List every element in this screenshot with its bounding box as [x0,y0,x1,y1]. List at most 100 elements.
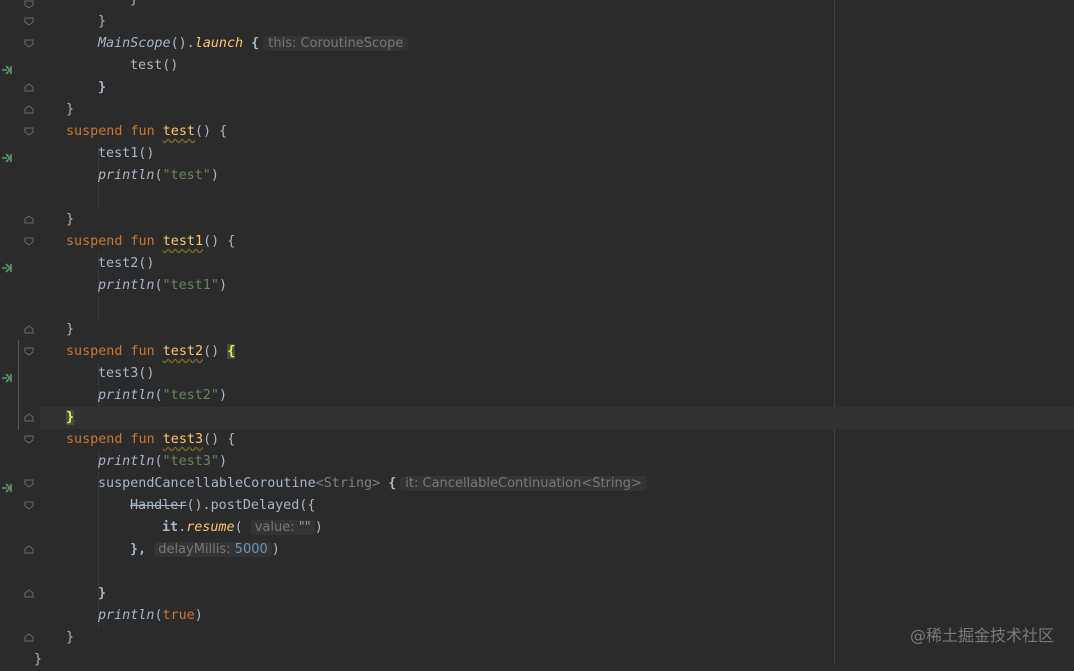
code-line[interactable]: }, delayMillis: 5000) [40,539,1074,561]
keyword: suspend [66,432,123,447]
code-line[interactable]: } [34,649,1074,671]
fold-marker-icon[interactable] [24,325,34,334]
code-line[interactable]: } [40,319,1074,341]
punct: () { [203,234,236,249]
fold-marker-icon[interactable] [24,501,34,510]
fold-marker-icon[interactable] [24,435,34,444]
punct: ) [271,542,280,557]
keyword: suspend [66,344,123,359]
fold-marker-icon[interactable] [24,127,34,136]
code-line[interactable]: println("test3") [40,451,1074,473]
keyword: suspend [66,124,123,139]
punct: () [203,344,228,359]
fold-marker-icon[interactable] [24,39,34,48]
function-name: test [162,124,195,139]
keyword: fun [130,344,155,359]
inlay-hint: value: "" [250,520,315,535]
function-name: test1 [162,234,204,249]
println: println [98,608,155,623]
code-line[interactable]: } [40,11,1074,33]
it-param: it [162,520,179,535]
fold-marker-icon[interactable] [24,633,34,642]
matched-brace: { [227,344,236,359]
code-line[interactable]: println("test2") [40,385,1074,407]
fold-marker-icon[interactable] [24,413,34,422]
call: test2() [98,256,155,271]
brace: } [98,80,107,95]
fold-marker-icon[interactable] [24,17,34,26]
code-line[interactable]: test2() [40,253,1074,275]
keyword: fun [130,234,155,249]
inlay-hint: delayMillis: 5000 [154,542,272,557]
main-scope-call: MainScope [98,36,171,51]
code-line[interactable]: println("test1") [40,275,1074,297]
keyword: true [162,608,195,623]
call: test1() [98,146,155,161]
brace: } [98,14,107,29]
matched-brace: } [66,410,75,425]
change-marker [18,340,19,430]
editor-gutter [0,0,40,665]
string: "test3" [162,454,219,469]
fold-marker-icon[interactable] [24,215,34,224]
code-line[interactable]: } [40,209,1074,231]
string: "test1" [162,278,219,293]
brace: } [98,586,107,601]
brace: { [243,36,260,51]
suspend-call-icon [1,259,15,273]
brace: } [66,630,75,645]
code-line[interactable]: suspendCancellableCoroutine<String> {it:… [40,473,1074,495]
code-line[interactable]: test3() [40,363,1074,385]
code-line[interactable]: suspend fun test2() { [40,341,1074,363]
suspend-call-icon [1,61,15,75]
code-line[interactable]: suspend fun test() { [40,121,1074,143]
suspend-call-icon [1,149,15,163]
punct: (). [170,36,195,51]
inlay-hint: this: CoroutineScope [263,36,409,51]
punct: () { [195,124,228,139]
code-line[interactable]: } [40,99,1074,121]
fold-marker-icon[interactable] [24,0,34,9]
suspend-call-icon [1,369,15,383]
code-line[interactable]: test1() [40,143,1074,165]
current-code-line[interactable]: } [40,407,1074,429]
code-line[interactable]: it.resume( value: "") [40,517,1074,539]
punct: () { [203,432,236,447]
println: println [98,388,155,403]
brace: { [388,476,397,491]
brace: }, [130,542,147,557]
function-name: test3 [162,432,204,447]
code-line[interactable]: test() [40,55,1074,77]
code-line[interactable]: } [40,583,1074,605]
type-argument: <String> [315,476,381,491]
watermark: @稀土掘金技术社区 [909,626,1054,645]
code-line[interactable]: MainScope().launch {this: CoroutineScope [40,33,1074,55]
code-line[interactable]: println("test") [40,165,1074,187]
fold-marker-icon[interactable] [24,237,34,246]
fold-marker-icon[interactable] [24,545,34,554]
string: "test2" [162,388,219,403]
code-line[interactable]: suspend fun test1() { [40,231,1074,253]
call: test3() [98,366,155,381]
code-line[interactable]: Handler().postDelayed({ [40,495,1074,517]
println: println [98,454,155,469]
fold-marker-icon[interactable] [24,479,34,488]
keyword: fun [130,124,155,139]
brace: } [66,212,75,227]
fold-marker-icon[interactable] [24,83,34,92]
code-line[interactable]: suspend fun test3() { [40,429,1074,451]
code-line[interactable]: } [40,77,1074,99]
println: println [98,168,155,183]
string: "test" [162,168,211,183]
code-line[interactable]: } [40,0,1074,11]
brace: } [66,322,75,337]
suspend-cancellable-call: suspendCancellableCoroutine [98,476,316,491]
code-editor[interactable]: } } MainScope().launch {this: CoroutineS… [34,0,1074,667]
fold-marker-icon[interactable] [24,105,34,114]
brace: } [66,102,75,117]
fold-marker-icon[interactable] [24,347,34,356]
post-delayed: ().postDelayed({ [186,498,316,513]
fold-marker-icon[interactable] [24,589,34,598]
keyword: suspend [66,234,123,249]
call-test: test() [130,58,179,73]
